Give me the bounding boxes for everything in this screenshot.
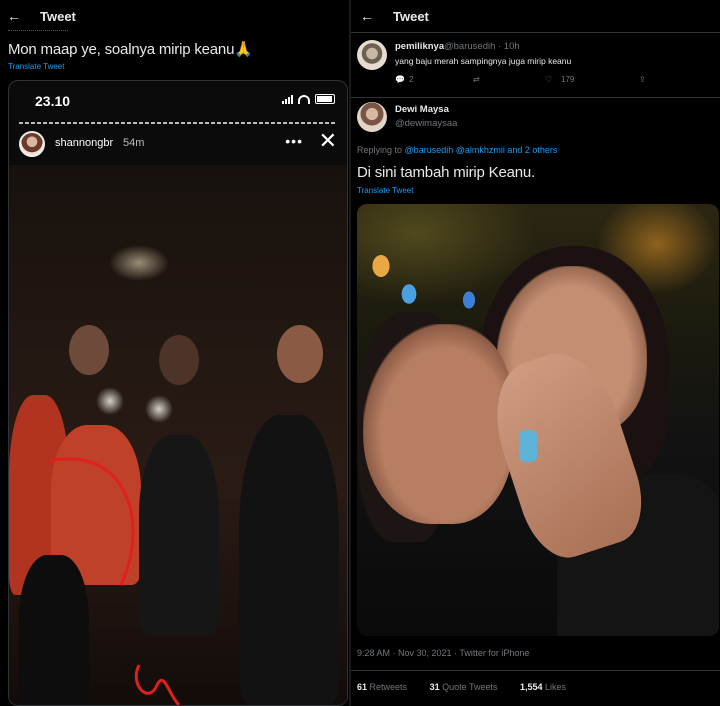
more-icon[interactable]: ••• xyxy=(285,133,303,149)
left-tweet-pane: ← Tweet Mon maap ye, soalnya mirip keanu… xyxy=(0,0,349,706)
reply-author-name[interactable]: pemiliknya xyxy=(395,41,444,52)
story-username[interactable]: shannongbr xyxy=(55,137,113,149)
reply-count: 2 xyxy=(409,75,414,84)
story-photo xyxy=(9,165,347,705)
tweet-text: Mon maap ye, soalnya mirip keanu🙏 xyxy=(8,41,253,58)
separator xyxy=(351,97,720,98)
wifi-icon xyxy=(298,94,310,104)
story-age: 54m xyxy=(123,137,145,149)
tweet-photo[interactable] xyxy=(357,204,719,636)
story-header: shannongbr 54m ••• ✕ xyxy=(9,127,347,159)
separator xyxy=(351,670,720,671)
photo-blue-cloth xyxy=(519,430,537,462)
reply-actions: 💬 2 ⇄ ♡ 179 ⇪ xyxy=(395,75,675,89)
retweets-count: 61 xyxy=(357,682,368,692)
quotes-label: Quote Tweets xyxy=(442,682,498,692)
retweets-label: Retweets xyxy=(369,682,408,692)
replying-to: Replying to @barusedih @almkhzmii and 2 … xyxy=(357,145,557,155)
phone-status-bar: 23.10 xyxy=(9,81,347,121)
right-tweet-pane: ← Tweet pemiliknya @barusedih · 10h yang… xyxy=(351,0,720,706)
reply-tweet[interactable]: pemiliknya @barusedih · 10h yang baju me… xyxy=(351,33,720,97)
instagram-story-screenshot[interactable]: 23.10 shannongbr 54m ••• ✕ xyxy=(8,80,348,706)
quotes-count: 31 xyxy=(429,682,440,692)
retweets-stat[interactable]: 61 Retweets xyxy=(357,682,417,692)
reply-text: yang baju merah sampingnya juga mirip ke… xyxy=(395,56,572,66)
right-header: ← Tweet xyxy=(351,0,720,32)
close-icon[interactable]: ✕ xyxy=(319,130,337,152)
replying-to-links[interactable]: @barusedih @almkhzmii and 2 others xyxy=(405,145,558,155)
share-icon[interactable]: ⇪ xyxy=(639,75,646,84)
replying-prefix: Replying to xyxy=(357,145,403,155)
story-avatar[interactable] xyxy=(19,131,45,157)
battery-icon xyxy=(315,94,335,104)
back-arrow-icon[interactable]: ← xyxy=(359,8,375,24)
tweet-stats: 61 Retweets 31 Quote Tweets 1,554 Likes xyxy=(357,682,586,692)
signal-icon xyxy=(282,94,293,104)
like-icon[interactable]: ♡ xyxy=(545,75,552,84)
tweet-text: Di sini tambah mirip Keanu. xyxy=(357,164,536,181)
reply-icon[interactable]: 💬 xyxy=(395,75,405,84)
avatar[interactable] xyxy=(357,102,387,132)
like-count: 179 xyxy=(561,75,575,84)
photo-face-left xyxy=(363,324,513,524)
translate-tweet-link[interactable]: Translate Tweet xyxy=(8,62,64,71)
header-title: Tweet xyxy=(393,8,429,24)
translate-tweet-link[interactable]: Translate Tweet xyxy=(357,186,413,195)
truncated-row xyxy=(8,30,68,33)
back-arrow-icon[interactable]: ← xyxy=(6,8,22,24)
status-time: 23.10 xyxy=(35,93,71,109)
story-progress-bar xyxy=(19,122,337,124)
author-handle[interactable]: @dewimaysaa xyxy=(395,118,457,129)
reply-author-handle[interactable]: @barusedih · 10h xyxy=(444,41,520,52)
likes-stat[interactable]: 1,554 Likes xyxy=(520,682,576,692)
author-name[interactable]: Dewi Maysa xyxy=(395,104,449,115)
likes-count: 1,554 xyxy=(520,682,543,692)
quotes-stat[interactable]: 31 Quote Tweets xyxy=(430,682,508,692)
red-annotation-scribble xyxy=(48,457,181,705)
likes-label: Likes xyxy=(545,682,567,692)
left-header: ← Tweet xyxy=(0,0,349,32)
tweet-timestamp: 9:28 AM · Nov 30, 2021 · Twitter for iPh… xyxy=(357,648,530,658)
avatar[interactable] xyxy=(357,40,387,70)
header-title: Tweet xyxy=(40,8,76,24)
retweet-icon[interactable]: ⇄ xyxy=(473,75,480,84)
